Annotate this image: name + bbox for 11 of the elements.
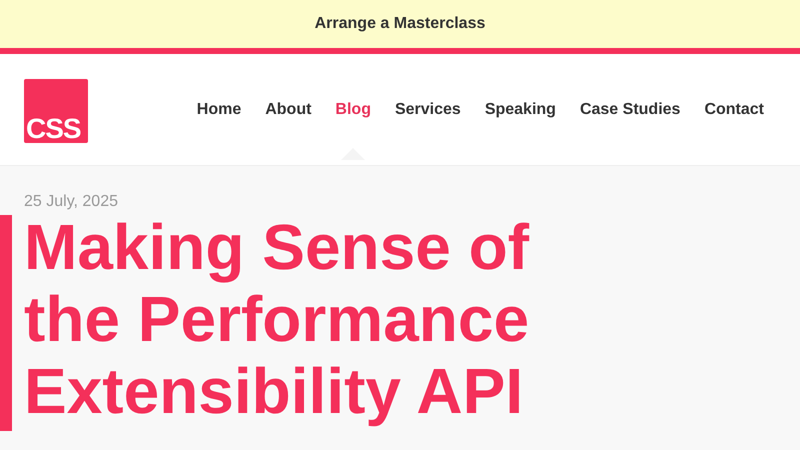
nav-link[interactable]: Case Studies xyxy=(580,100,680,118)
nav-link[interactable]: About xyxy=(265,100,312,118)
post-date: 25 July, 2025 xyxy=(24,193,119,211)
masterclass-banner-link[interactable]: Arrange a Masterclass xyxy=(0,0,800,54)
post-title: Making Sense of the Performance Extensibility API xyxy=(24,211,530,427)
nav-link[interactable]: Blog xyxy=(335,100,371,118)
nav-link[interactable]: Speaking xyxy=(484,100,556,118)
site-logo[interactable]: CSS xyxy=(24,78,88,142)
nav-link[interactable]: Services xyxy=(394,100,461,118)
nav-link[interactable]: Home xyxy=(196,100,242,118)
nav-link[interactable]: Contact xyxy=(704,100,764,118)
